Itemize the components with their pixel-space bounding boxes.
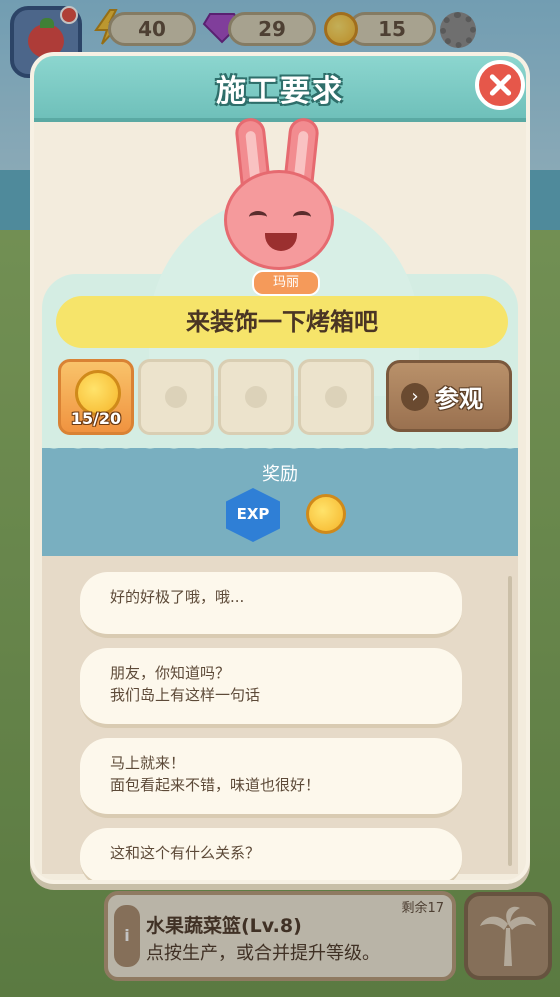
task-text: 来装饰一下烤箱吧 — [186, 308, 378, 336]
chat-option-1[interactable]: 好的好极了哦，哦... — [80, 572, 462, 638]
chat-option-2[interactable]: 朋友，你知道吗？ 我们岛上有这样一句话 — [80, 648, 462, 728]
wave-divider — [42, 438, 518, 458]
flower-placeholder-icon — [165, 386, 187, 408]
chat-option-text: 这和这个有什么关系？ — [110, 844, 261, 862]
requirement-slot-3[interactable] — [218, 359, 294, 435]
reward-title: 奖励 — [262, 464, 298, 485]
requirement-slot-2[interactable] — [138, 359, 214, 435]
requirement-slot-4[interactable] — [298, 359, 374, 435]
character-name-tag: 玛丽 — [252, 270, 320, 296]
dialog-title: 施工要求 — [216, 74, 344, 109]
bunny-mouth — [265, 233, 297, 251]
construction-dialog: 施工要求 玛丽 来装饰一下烤箱吧 15/20 › 参观 奖励 EXP 好的好极了… — [30, 52, 530, 884]
bunny-eye-right — [293, 211, 311, 223]
reward-coin-icon — [306, 494, 346, 534]
close-button[interactable] — [475, 60, 525, 110]
chat-option-3[interactable]: 马上就来！ 面包看起来不错，味道也很好！ — [80, 738, 462, 818]
visit-label: 参观 — [435, 385, 483, 413]
chat-option-4[interactable]: 这和这个有什么关系？ — [80, 828, 462, 880]
bunny-eye-left — [249, 211, 267, 223]
bunny-character — [224, 116, 334, 278]
chat-option-text: 我们岛上有这样一句话 — [110, 686, 261, 704]
task-banner: 来装饰一下烤箱吧 — [56, 296, 508, 348]
chat-option-text: 面包看起来不错，味道也很好！ — [110, 776, 321, 794]
dialog-header: 施工要求 — [34, 56, 526, 122]
requirement-slot-1[interactable]: 15/20 — [58, 359, 134, 435]
bunny-head — [224, 170, 334, 270]
slot-count: 15/20 — [70, 409, 122, 428]
chevron-right-icon: › — [401, 383, 429, 411]
chat-option-text: 马上就来！ — [110, 754, 186, 772]
flower-placeholder-icon — [245, 386, 267, 408]
exp-label: EXP — [236, 505, 270, 523]
chat-option-text: 好的好极了哦，哦... — [110, 588, 245, 606]
chat-option-text: 朋友，你知道吗？ — [110, 664, 231, 682]
visit-button[interactable]: › 参观 — [386, 360, 512, 432]
chat-scrollbar[interactable] — [508, 576, 512, 866]
flower-placeholder-icon — [325, 386, 347, 408]
